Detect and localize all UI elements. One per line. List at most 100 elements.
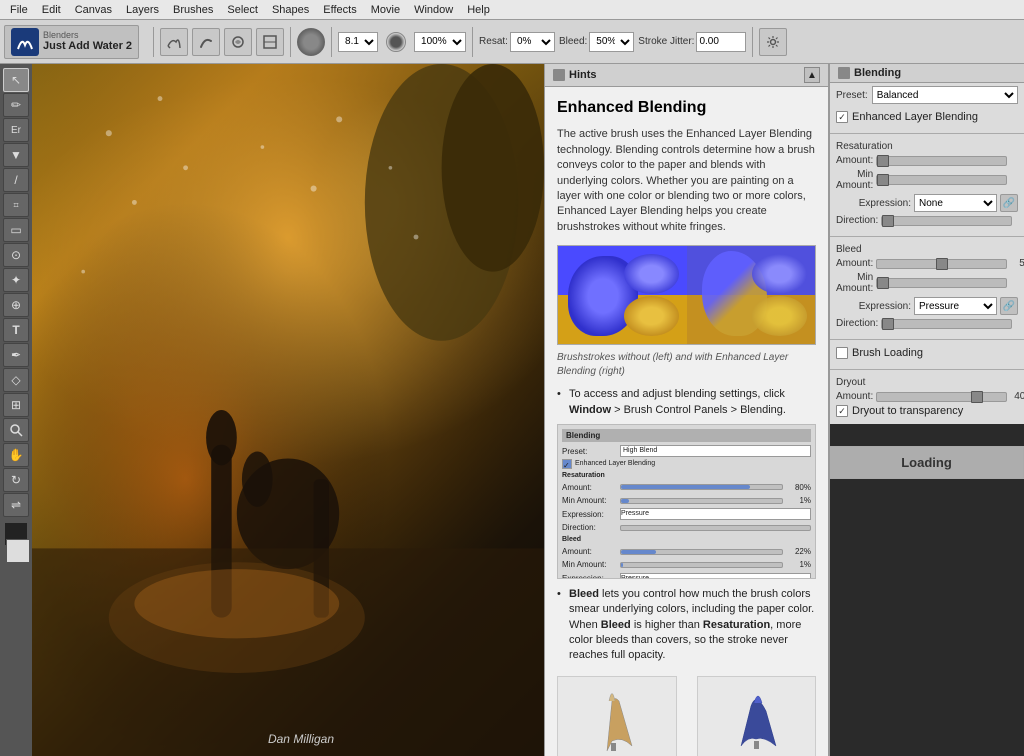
resat-min-slider-container: 0% [876, 175, 1024, 186]
app-logo: Blenders Just Add Water 2 [4, 25, 139, 59]
jitter-input[interactable] [696, 32, 746, 52]
tool-lasso[interactable]: ⊙ [3, 243, 29, 267]
resat-select[interactable]: 0% [510, 32, 555, 52]
mini-minamount-row: Min Amount: 1% [562, 495, 811, 506]
brush-variant-2[interactable] [224, 28, 252, 56]
resat-dir-val: 0° [1014, 215, 1024, 226]
menu-brushes[interactable]: Brushes [167, 3, 219, 17]
color-secondary[interactable] [6, 539, 30, 563]
resat-amount-slider-container: 0% [876, 155, 1024, 166]
bleed-amount-label: Amount: [836, 258, 873, 269]
bleed-min-row: Min Amount: 0% [836, 272, 1018, 294]
menu-movie[interactable]: Movie [365, 3, 406, 17]
bleed-min-slider[interactable] [876, 278, 1007, 288]
color-wheel-indicator[interactable] [297, 28, 325, 56]
brush-size-control: 8.1 [338, 32, 378, 52]
tool-pointer[interactable]: ↖ [3, 68, 29, 92]
tool-zoom[interactable] [3, 418, 29, 442]
bleed-dir-slider[interactable] [881, 319, 1012, 329]
bleed-section: Bleed Amount: 50% Min Amount: 0% Express… [830, 240, 1024, 336]
tool-brush[interactable]: ✏ [3, 93, 29, 117]
menu-window[interactable]: Window [408, 3, 459, 17]
brush-shape-tool[interactable] [256, 28, 284, 56]
settings-button[interactable] [759, 28, 787, 56]
resat-amount-row: Amount: 0% [836, 155, 1018, 166]
bleed-dir-val: 0° [1014, 318, 1024, 329]
opacity-select[interactable]: 100% [414, 32, 466, 52]
dryout-trans-checkbox[interactable]: ✓ [836, 405, 848, 417]
bleed-expr-icon[interactable]: 🔗 [1000, 297, 1018, 315]
divider-1 [830, 133, 1024, 134]
tool-shape[interactable]: ◇ [3, 368, 29, 392]
resat-dir-slider-container: 0° [881, 215, 1024, 226]
tool-rotate[interactable]: ↻ [3, 468, 29, 492]
menubar: File Edit Canvas Layers Brushes Select S… [0, 0, 1024, 20]
resat-amount-label: Amount: [836, 155, 873, 166]
bleed-dir-slider-container: 0° [881, 318, 1024, 329]
hints-scroll-up[interactable]: ▲ [804, 67, 820, 83]
bleed-select[interactable]: 50% [589, 32, 634, 52]
resat-expr-select[interactable]: None [914, 194, 997, 212]
menu-edit[interactable]: Edit [36, 3, 67, 17]
preset-select[interactable]: Balanced [872, 86, 1018, 104]
tool-rect-select[interactable]: ▭ [3, 218, 29, 242]
tool-pen[interactable]: ✒ [3, 343, 29, 367]
hints-body-text: The active brush uses the Enhanced Layer… [557, 127, 816, 235]
tool-eraser[interactable]: Er [3, 118, 29, 142]
tool-crop[interactable]: ⌗ [3, 193, 29, 217]
blend-preset-row: Preset: Balanced [830, 83, 1024, 107]
resat-expr-icon[interactable]: 🔗 [1000, 194, 1018, 212]
resat-dir-slider[interactable] [881, 216, 1012, 226]
menu-help[interactable]: Help [461, 3, 496, 17]
app-brand: Blenders [43, 30, 132, 41]
dryout-amount-val: 400.0 [1009, 391, 1024, 402]
brush-selector-tool[interactable] [160, 28, 188, 56]
divider-2 [830, 236, 1024, 237]
tool-magic-wand[interactable]: ✦ [3, 268, 29, 292]
painting-svg [32, 64, 544, 756]
preset-label: Preset: [836, 90, 868, 101]
hints-panel-icon [553, 69, 565, 81]
tool-hand[interactable]: ✋ [3, 443, 29, 467]
mini-amount-row: Amount: 80% [562, 482, 811, 493]
dryout-amount-slider[interactable] [876, 392, 1007, 402]
resat-amount-val: 0% [1009, 155, 1024, 166]
menu-effects[interactable]: Effects [317, 3, 362, 17]
mini-bleed-amount-row: Amount: 22% [562, 546, 811, 557]
resat-amount-slider[interactable] [876, 156, 1007, 166]
divider-4 [830, 369, 1024, 370]
menu-shapes[interactable]: Shapes [266, 3, 315, 17]
mini-bleed-expr-row: Expression: Pressure [562, 573, 811, 579]
tool-clone[interactable]: ⊕ [3, 293, 29, 317]
menu-layers[interactable]: Layers [120, 3, 165, 17]
dryout-amount-row: Amount: 400.0 [836, 391, 1018, 402]
brush-demo-left [558, 246, 687, 344]
bleed-expr-select[interactable]: Pressure [914, 297, 997, 315]
painting-canvas[interactable]: Dan Milligan [32, 64, 544, 756]
hints-bullet-2-bleed: Bleed [569, 588, 599, 600]
canvas-area[interactable]: Dan Milligan [32, 64, 544, 756]
dryout-title: Dryout [836, 377, 1018, 388]
brush-size-select[interactable]: 8.1 [338, 32, 378, 52]
menu-file[interactable]: File [4, 3, 34, 17]
hints-bullet-2: Bleed lets you control how much the brus… [557, 587, 816, 664]
tool-mirror[interactable]: ⇌ [3, 493, 29, 517]
tool-paint-bucket[interactable]: ▼ [3, 143, 29, 167]
resat-min-slider[interactable] [876, 175, 1007, 185]
jitter-control: Stroke Jitter: [638, 32, 746, 52]
blending-panel-header: Blending [830, 64, 1024, 83]
tool-layer-adjuster[interactable]: ⊞ [3, 393, 29, 417]
brush-loading-checkbox[interactable] [836, 347, 848, 359]
bleed-amount-slider[interactable] [876, 259, 1007, 269]
brush-blend-right-bottom [752, 296, 807, 336]
hints-content[interactable]: Enhanced Blending The active brush uses … [545, 87, 828, 756]
resat-min-row: Min Amount: 0% [836, 169, 1018, 191]
toolbar-separator-4 [472, 27, 473, 57]
divider-3 [830, 339, 1024, 340]
brush-variant-1[interactable] [192, 28, 220, 56]
tool-eyedropper[interactable]: / [3, 168, 29, 192]
menu-select[interactable]: Select [221, 3, 264, 17]
enhanced-checkbox[interactable]: ✓ [836, 111, 848, 123]
tool-text[interactable]: T [3, 318, 29, 342]
menu-canvas[interactable]: Canvas [69, 3, 118, 17]
